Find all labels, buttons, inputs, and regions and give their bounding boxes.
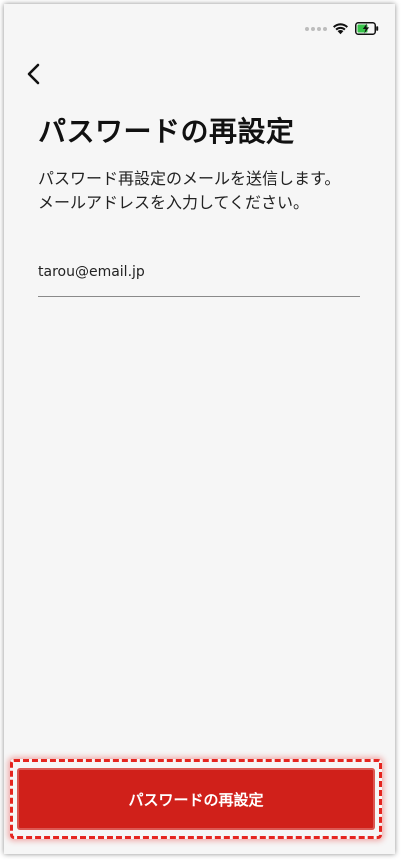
reset-password-button[interactable]: パスワードの再設定 [17,768,375,830]
description-line-1: パスワード再設定のメールを送信します。 [38,169,341,188]
battery-charging-icon [355,22,379,35]
back-button[interactable] [20,60,48,88]
chevron-left-icon [27,63,40,85]
page-title: パスワードの再設定 [38,115,295,148]
email-input[interactable] [38,264,360,280]
signal-dots-icon [305,27,327,31]
description-line-2: メールアドレスを入力してください。 [38,193,310,212]
phone-screen: パスワードの再設定 パスワード再設定のメールを送信します。 メールアドレスを入力… [4,4,395,854]
description: パスワード再設定のメールを送信します。 メールアドレスを入力してください。 [38,167,378,215]
email-field[interactable] [38,256,360,297]
wifi-icon [333,23,348,35]
status-bar [4,4,395,44]
